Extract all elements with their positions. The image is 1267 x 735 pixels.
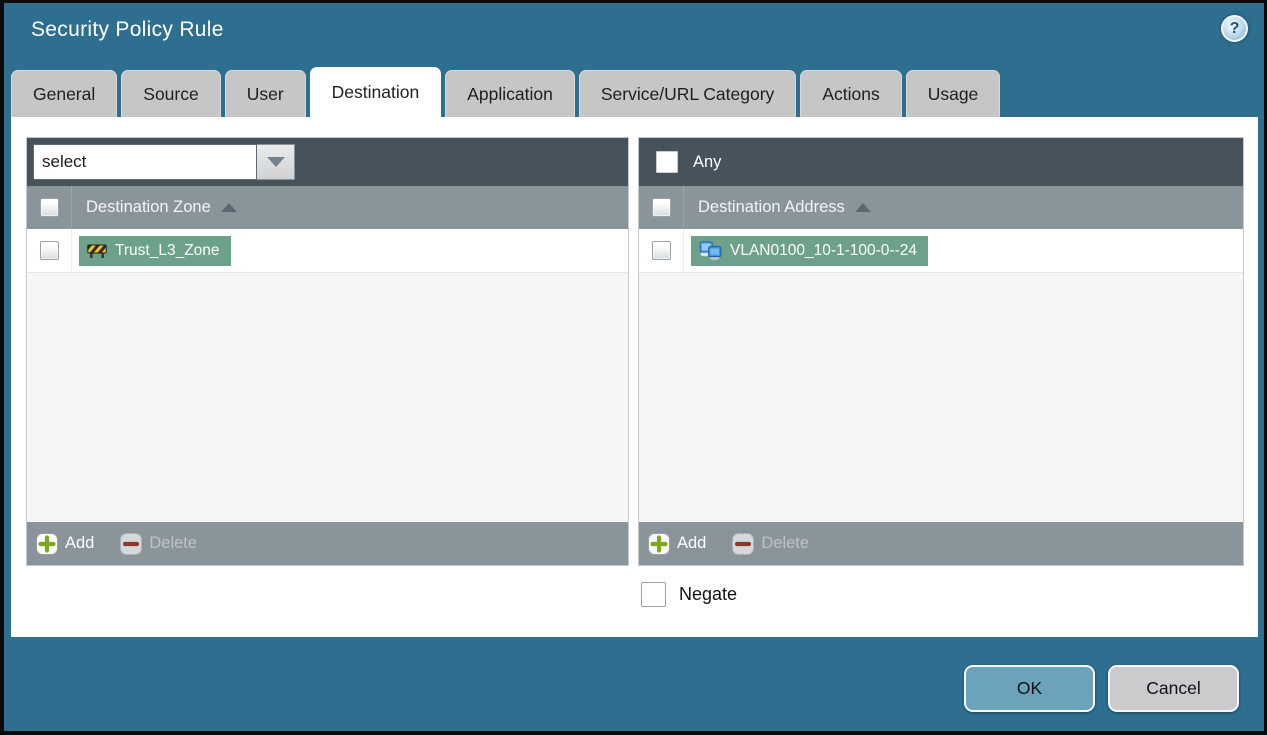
ok-button[interactable]: OK: [964, 665, 1095, 712]
destination-address-panel: Any Destination Address VLAN0100_10-1-10…: [638, 137, 1244, 566]
tab-user-label: User: [246, 83, 284, 104]
zone-panel-toolbar: select: [27, 138, 628, 186]
address-add-button[interactable]: Add: [648, 532, 707, 555]
tab-destination[interactable]: Destination: [309, 67, 442, 117]
address-select-all-checkbox[interactable]: [651, 198, 671, 217]
zone-select-dropdown[interactable]: select: [33, 144, 295, 180]
zone-header-checkbox-cell: [27, 186, 72, 229]
sort-ascending-icon[interactable]: [854, 203, 871, 212]
zone-column-header-row: Destination Zone: [27, 186, 628, 229]
address-delete-button[interactable]: Delete: [732, 532, 810, 555]
zone-chip[interactable]: Trust_L3_Zone: [79, 235, 231, 266]
any-checkbox-group: Any: [656, 151, 721, 173]
address-panel-footer: Add Delete: [639, 522, 1243, 565]
screenshot-frame: Security Policy Rule ? General Source Us…: [0, 0, 1267, 735]
tab-user[interactable]: User: [224, 70, 306, 117]
zone-chip-label: Trust_L3_Zone: [115, 241, 220, 259]
sort-ascending-icon[interactable]: [220, 203, 237, 212]
tab-usage-label: Usage: [927, 83, 979, 104]
network-address-icon: [699, 241, 722, 260]
address-panel-toolbar: Any: [639, 138, 1243, 186]
zone-add-label: Add: [65, 534, 95, 552]
zone-add-button[interactable]: Add: [36, 532, 95, 555]
help-icon[interactable]: ?: [1221, 15, 1248, 42]
address-list: VLAN0100_10-1-100-0--24: [639, 229, 1243, 522]
zone-list: Trust_L3_Zone: [27, 229, 628, 522]
tab-bar: General Source User Destination Applicat…: [11, 67, 1257, 117]
tab-destination-label: Destination: [331, 82, 420, 102]
dialog-title: Security Policy Rule: [31, 18, 224, 41]
zone-select-button[interactable]: [257, 144, 295, 180]
address-row-checkbox[interactable]: [651, 241, 671, 260]
tab-usage[interactable]: Usage: [905, 70, 1001, 117]
zone-panel-footer: Add Delete: [27, 522, 628, 565]
negate-checkbox-group: Negate: [641, 582, 737, 607]
tab-actions[interactable]: Actions: [800, 70, 902, 117]
address-column-header-row: Destination Address: [639, 186, 1243, 229]
tab-application[interactable]: Application: [445, 70, 575, 117]
security-policy-rule-dialog: Security Policy Rule ? General Source Us…: [4, 3, 1264, 731]
zone-row-checkbox-cell: [27, 229, 72, 272]
chevron-down-icon: [266, 157, 285, 167]
delete-minus-icon: [732, 532, 755, 555]
add-plus-icon: [36, 532, 58, 555]
tab-general-label: General: [33, 83, 96, 104]
any-checkbox[interactable]: [656, 151, 678, 173]
address-row-checkbox-cell: [639, 229, 684, 272]
zone-select-all-checkbox[interactable]: [39, 198, 59, 217]
address-column-header-label[interactable]: Destination Address: [698, 198, 845, 217]
address-chip[interactable]: VLAN0100_10-1-100-0--24: [691, 235, 928, 266]
tab-source[interactable]: Source: [121, 70, 221, 117]
tab-service-url-category[interactable]: Service/URL Category: [578, 70, 797, 117]
zone-row-checkbox[interactable]: [39, 241, 59, 260]
zone-row[interactable]: Trust_L3_Zone: [27, 229, 628, 273]
tab-application-label: Application: [467, 83, 553, 104]
tab-service-url-category-label: Service/URL Category: [600, 83, 775, 104]
delete-minus-icon: [120, 532, 143, 555]
cancel-button[interactable]: Cancel: [1108, 665, 1239, 712]
any-label: Any: [693, 152, 722, 171]
negate-label: Negate: [679, 584, 738, 604]
tab-general[interactable]: General: [11, 70, 118, 117]
address-chip-label: VLAN0100_10-1-100-0--24: [730, 241, 917, 259]
tab-actions-label: Actions: [822, 83, 880, 104]
address-delete-label: Delete: [761, 534, 810, 552]
negate-checkbox[interactable]: [641, 582, 666, 607]
zone-delete-button[interactable]: Delete: [120, 532, 198, 555]
zone-delete-label: Delete: [149, 534, 198, 552]
address-add-label: Add: [677, 534, 707, 552]
address-row[interactable]: VLAN0100_10-1-100-0--24: [639, 229, 1243, 273]
destination-tab-content: select Destination Zone Trust_L3_Zone Ad…: [11, 117, 1258, 637]
tab-source-label: Source: [143, 83, 199, 104]
destination-zone-panel: select Destination Zone Trust_L3_Zone Ad…: [26, 137, 629, 566]
zone-select-value[interactable]: select: [33, 144, 257, 180]
zone-column-header-label[interactable]: Destination Zone: [86, 198, 211, 217]
address-header-checkbox-cell: [639, 186, 684, 229]
zone-barrier-icon: [87, 244, 107, 258]
add-plus-icon: [648, 532, 670, 555]
